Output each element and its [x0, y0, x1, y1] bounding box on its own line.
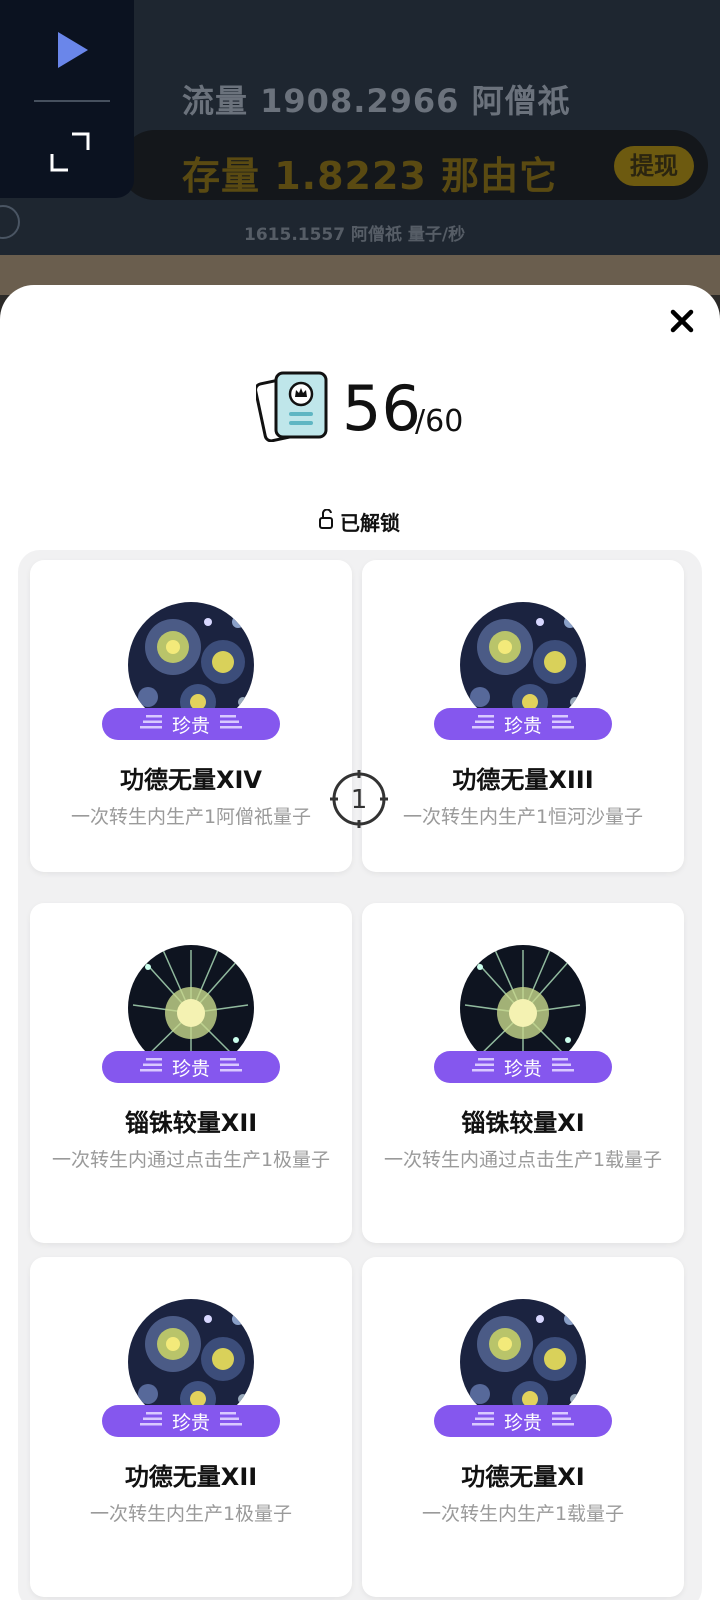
rarity-label: 珍贵: [171, 1057, 210, 1080]
achievement-count: 56: [342, 372, 421, 445]
badge-stripes-right-icon: [220, 714, 242, 734]
achievement-card[interactable]: 珍贵 锱铢较量XI 一次转生内通过点击生产1载量子: [362, 903, 684, 1243]
rarity-badge: 珍贵: [434, 1405, 612, 1437]
achievement-total: /60: [415, 404, 464, 439]
withdraw-button[interactable]: 提现: [614, 146, 694, 186]
rate-text: 1615.1557 阿僧祇 量子/秒: [244, 225, 466, 245]
close-icon[interactable]: [666, 305, 698, 337]
achievement-title: 功德无量XIII: [452, 766, 594, 794]
rarity-label: 珍贵: [503, 1057, 542, 1080]
achievement-title: 锱铢较量XI: [461, 1109, 585, 1137]
rarity-badge: 珍贵: [434, 708, 612, 740]
rarity-badge: 珍贵: [102, 708, 280, 740]
achievement-card[interactable]: 珍贵 功德无量XIII 一次转生内生产1恒河沙量子: [362, 560, 684, 872]
badge-stripes-right-icon: [552, 714, 574, 734]
stock-text: 存量 1.8223 那由它: [182, 154, 559, 198]
achievement-title: 功德无量XI: [461, 1463, 585, 1491]
achievement-card[interactable]: 珍贵 锱铢较量XII 一次转生内通过点击生产1极量子: [30, 903, 352, 1243]
badge-stripes-right-icon: [220, 1411, 242, 1431]
rarity-label: 珍贵: [171, 1411, 210, 1434]
achievement-description: 一次转生内通过点击生产1载量子: [383, 1149, 663, 1171]
achievement-description: 一次转生内生产1极量子: [89, 1503, 293, 1525]
badge-stripes-left-icon: [139, 714, 162, 734]
badge-stripes-right-icon: [220, 1057, 242, 1077]
floating-player-panel: [0, 0, 134, 198]
unlocked-label: 已解锁: [340, 510, 400, 535]
achievement-description: 一次转生内生产1恒河沙量子: [402, 806, 644, 828]
achievement-title: 锱铢较量XII: [124, 1109, 258, 1137]
rarity-badge: 珍贵: [102, 1051, 280, 1083]
badge-stripes-right-icon: [552, 1057, 574, 1077]
achievement-description: 一次转生内生产1阿僧祇量子: [70, 806, 312, 828]
rarity-badge: 珍贵: [102, 1405, 280, 1437]
achievement-description: 一次转生内通过点击生产1极量子: [51, 1149, 331, 1171]
unlock-icon: [318, 508, 334, 533]
rarity-label: 珍贵: [503, 1411, 542, 1434]
rarity-label: 珍贵: [171, 714, 210, 737]
badge-stripes-left-icon: [471, 1057, 494, 1077]
achievement-card[interactable]: 珍贵 功德无量XIV 一次转生内生产1阿僧祇量子: [30, 560, 352, 872]
expand-icon[interactable]: [48, 130, 92, 174]
achievement-description: 一次转生内生产1载量子: [421, 1503, 625, 1525]
achievement-title: 功德无量XIV: [119, 766, 262, 794]
badge-stripes-left-icon: [471, 714, 494, 734]
rarity-label: 珍贵: [503, 714, 542, 737]
rarity-badge: 珍贵: [434, 1051, 612, 1083]
unlocked-section-header: 已解锁: [318, 508, 400, 535]
achievement-card[interactable]: 珍贵 功德无量XI 一次转生内生产1载量子: [362, 1257, 684, 1597]
cursor-number: 1: [351, 785, 368, 815]
flow-text: 流量 1908.2966 阿僧祇: [182, 82, 571, 120]
badge-stripes-left-icon: [139, 1411, 162, 1431]
badge-stripes-left-icon: [139, 1057, 162, 1077]
badge-stripes-right-icon: [552, 1411, 574, 1431]
panel-divider: [34, 100, 110, 102]
achievement-card[interactable]: 珍贵 功德无量XII 一次转生内生产1极量子: [30, 1257, 352, 1597]
badge-stripes-left-icon: [471, 1411, 494, 1431]
tap-cursor-indicator: 1: [330, 770, 388, 828]
cards-icon: [254, 370, 332, 443]
play-icon[interactable]: [52, 30, 92, 70]
achievement-title: 功德无量XII: [124, 1463, 258, 1491]
